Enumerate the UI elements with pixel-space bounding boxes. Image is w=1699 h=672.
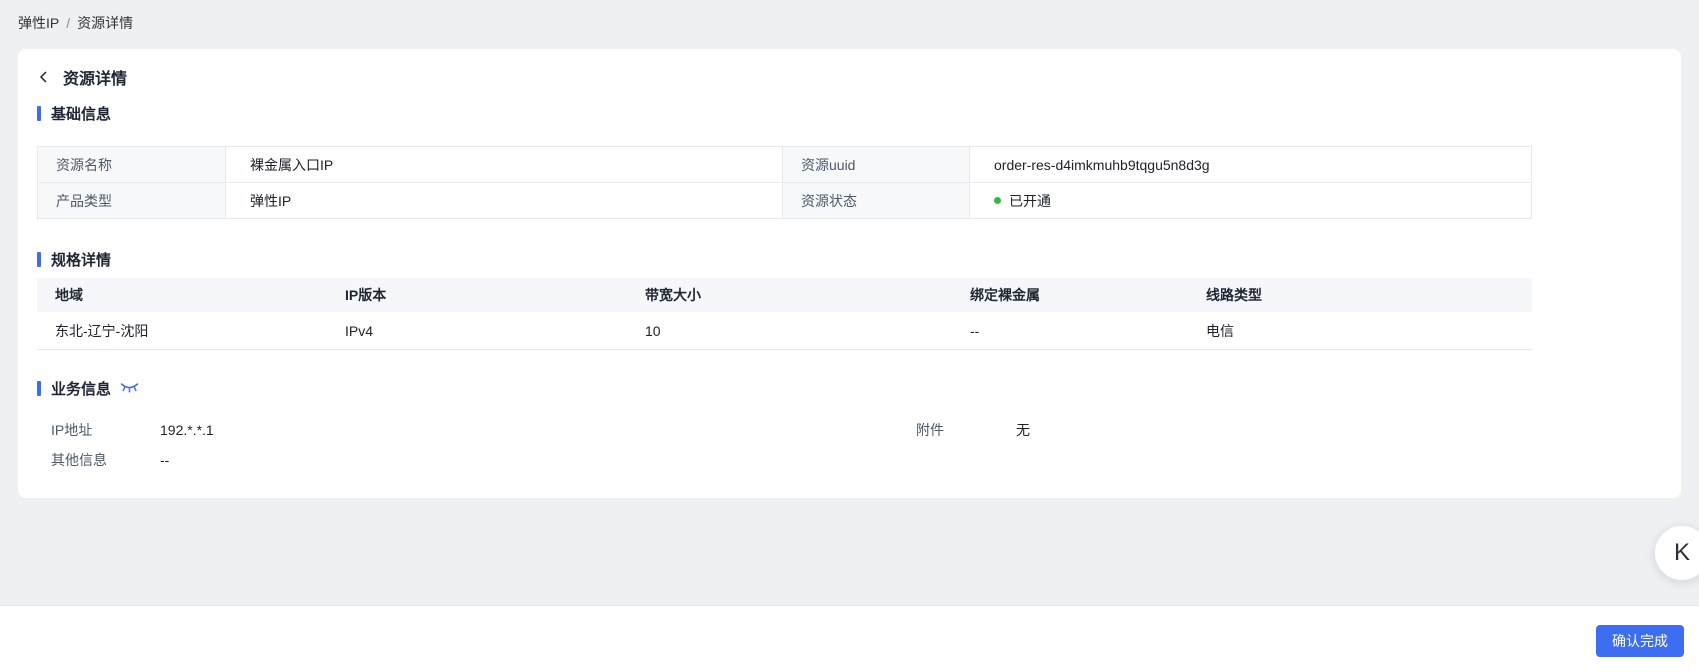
spec-col-bandwidth: 带宽大小	[645, 287, 701, 303]
section-accent-bar	[37, 380, 41, 396]
business-field-other-info: 其他信息 --	[51, 453, 916, 467]
section-business-header: 业务信息	[37, 380, 1662, 398]
field-value-resource-uuid: order-res-d4imkmuhb9tqgu5n8d3g	[970, 147, 1532, 183]
field-label-product-type: 产品类型	[38, 183, 226, 219]
spec-table: 地域 IP版本 带宽大小 绑定裸金属 线路类型 东北-辽宁-沈阳 IPv4 10…	[37, 278, 1532, 350]
footer-action-bar: 确认完成	[0, 605, 1699, 672]
business-field-ip-address: IP地址 192.*.*.1	[51, 423, 916, 437]
spec-col-bound-bare-metal: 绑定裸金属	[970, 287, 1040, 303]
section-spec-header: 规格详情	[37, 251, 1662, 269]
back-button[interactable]	[37, 70, 51, 84]
business-label-other-info: 其他信息	[51, 452, 107, 468]
breadcrumb-separator: /	[66, 15, 71, 31]
basic-info-table: 资源名称 裸金属入口IP 资源uuid order-res-d4imkmuhb9…	[37, 146, 1532, 219]
business-info-grid: IP地址 192.*.*.1 附件 无 其他信息 --	[51, 423, 1662, 467]
breadcrumb-item-resource-detail: 资源详情	[77, 15, 134, 31]
section-business-title: 业务信息	[51, 380, 112, 398]
resource-detail-card: 资源详情 基础信息 资源名称 裸金属入口IP 资源uuid order-res-…	[18, 49, 1681, 498]
confirm-complete-button[interactable]: 确认完成	[1596, 625, 1684, 657]
spec-table-row: 东北-辽宁-沈阳 IPv4 10 -- 电信	[37, 312, 1532, 350]
business-value-attachment: 无	[1016, 422, 1030, 438]
spec-cell-bandwidth: 10	[645, 322, 661, 339]
section-accent-bar	[37, 105, 41, 121]
field-label-resource-status: 资源状态	[783, 183, 970, 219]
spec-cell-bound-bare-metal: --	[970, 322, 980, 339]
chevron-left-icon	[37, 70, 51, 84]
spec-col-region: 地域	[55, 287, 83, 303]
business-label-attachment: 附件	[916, 422, 944, 438]
business-value-ip-address: 192.*.*.1	[160, 422, 214, 438]
breadcrumb: 弹性IP / 资源详情	[18, 13, 133, 33]
field-label-resource-name: 资源名称	[38, 147, 226, 183]
section-basic-info-header: 基础信息	[37, 105, 1662, 123]
spec-cell-region: 东北-辽宁-沈阳	[55, 322, 149, 339]
field-label-resource-uuid: 资源uuid	[783, 147, 970, 183]
floating-k-widget-button[interactable]: K	[1655, 526, 1699, 580]
field-value-product-type: 弹性IP	[226, 183, 783, 219]
section-basic-info-title: 基础信息	[51, 105, 112, 123]
spec-table-header-row: 地域 IP版本 带宽大小 绑定裸金属 线路类型	[37, 278, 1532, 312]
breadcrumb-item-elastic-ip[interactable]: 弹性IP	[18, 15, 59, 31]
status-dot	[994, 197, 1001, 204]
section-spec-title: 规格详情	[51, 251, 112, 269]
eye-closed-icon[interactable]	[120, 381, 139, 395]
floating-k-letter: K	[1673, 539, 1690, 566]
business-field-empty	[916, 453, 1662, 467]
spec-col-line-type: 线路类型	[1206, 287, 1262, 303]
spec-col-ip-version: IP版本	[345, 287, 387, 303]
status-badge: 已开通	[1009, 192, 1051, 209]
business-value-other-info: --	[160, 452, 170, 468]
section-accent-bar	[37, 251, 41, 267]
spec-cell-line-type: 电信	[1206, 322, 1234, 339]
spec-cell-ip-version: IPv4	[345, 322, 374, 339]
business-label-ip-address: IP地址	[51, 422, 93, 438]
field-value-resource-status: 已开通	[970, 183, 1532, 219]
field-value-resource-name: 裸金属入口IP	[226, 147, 783, 183]
business-field-attachment: 附件 无	[916, 423, 1662, 437]
page-title: 资源详情	[63, 70, 128, 88]
